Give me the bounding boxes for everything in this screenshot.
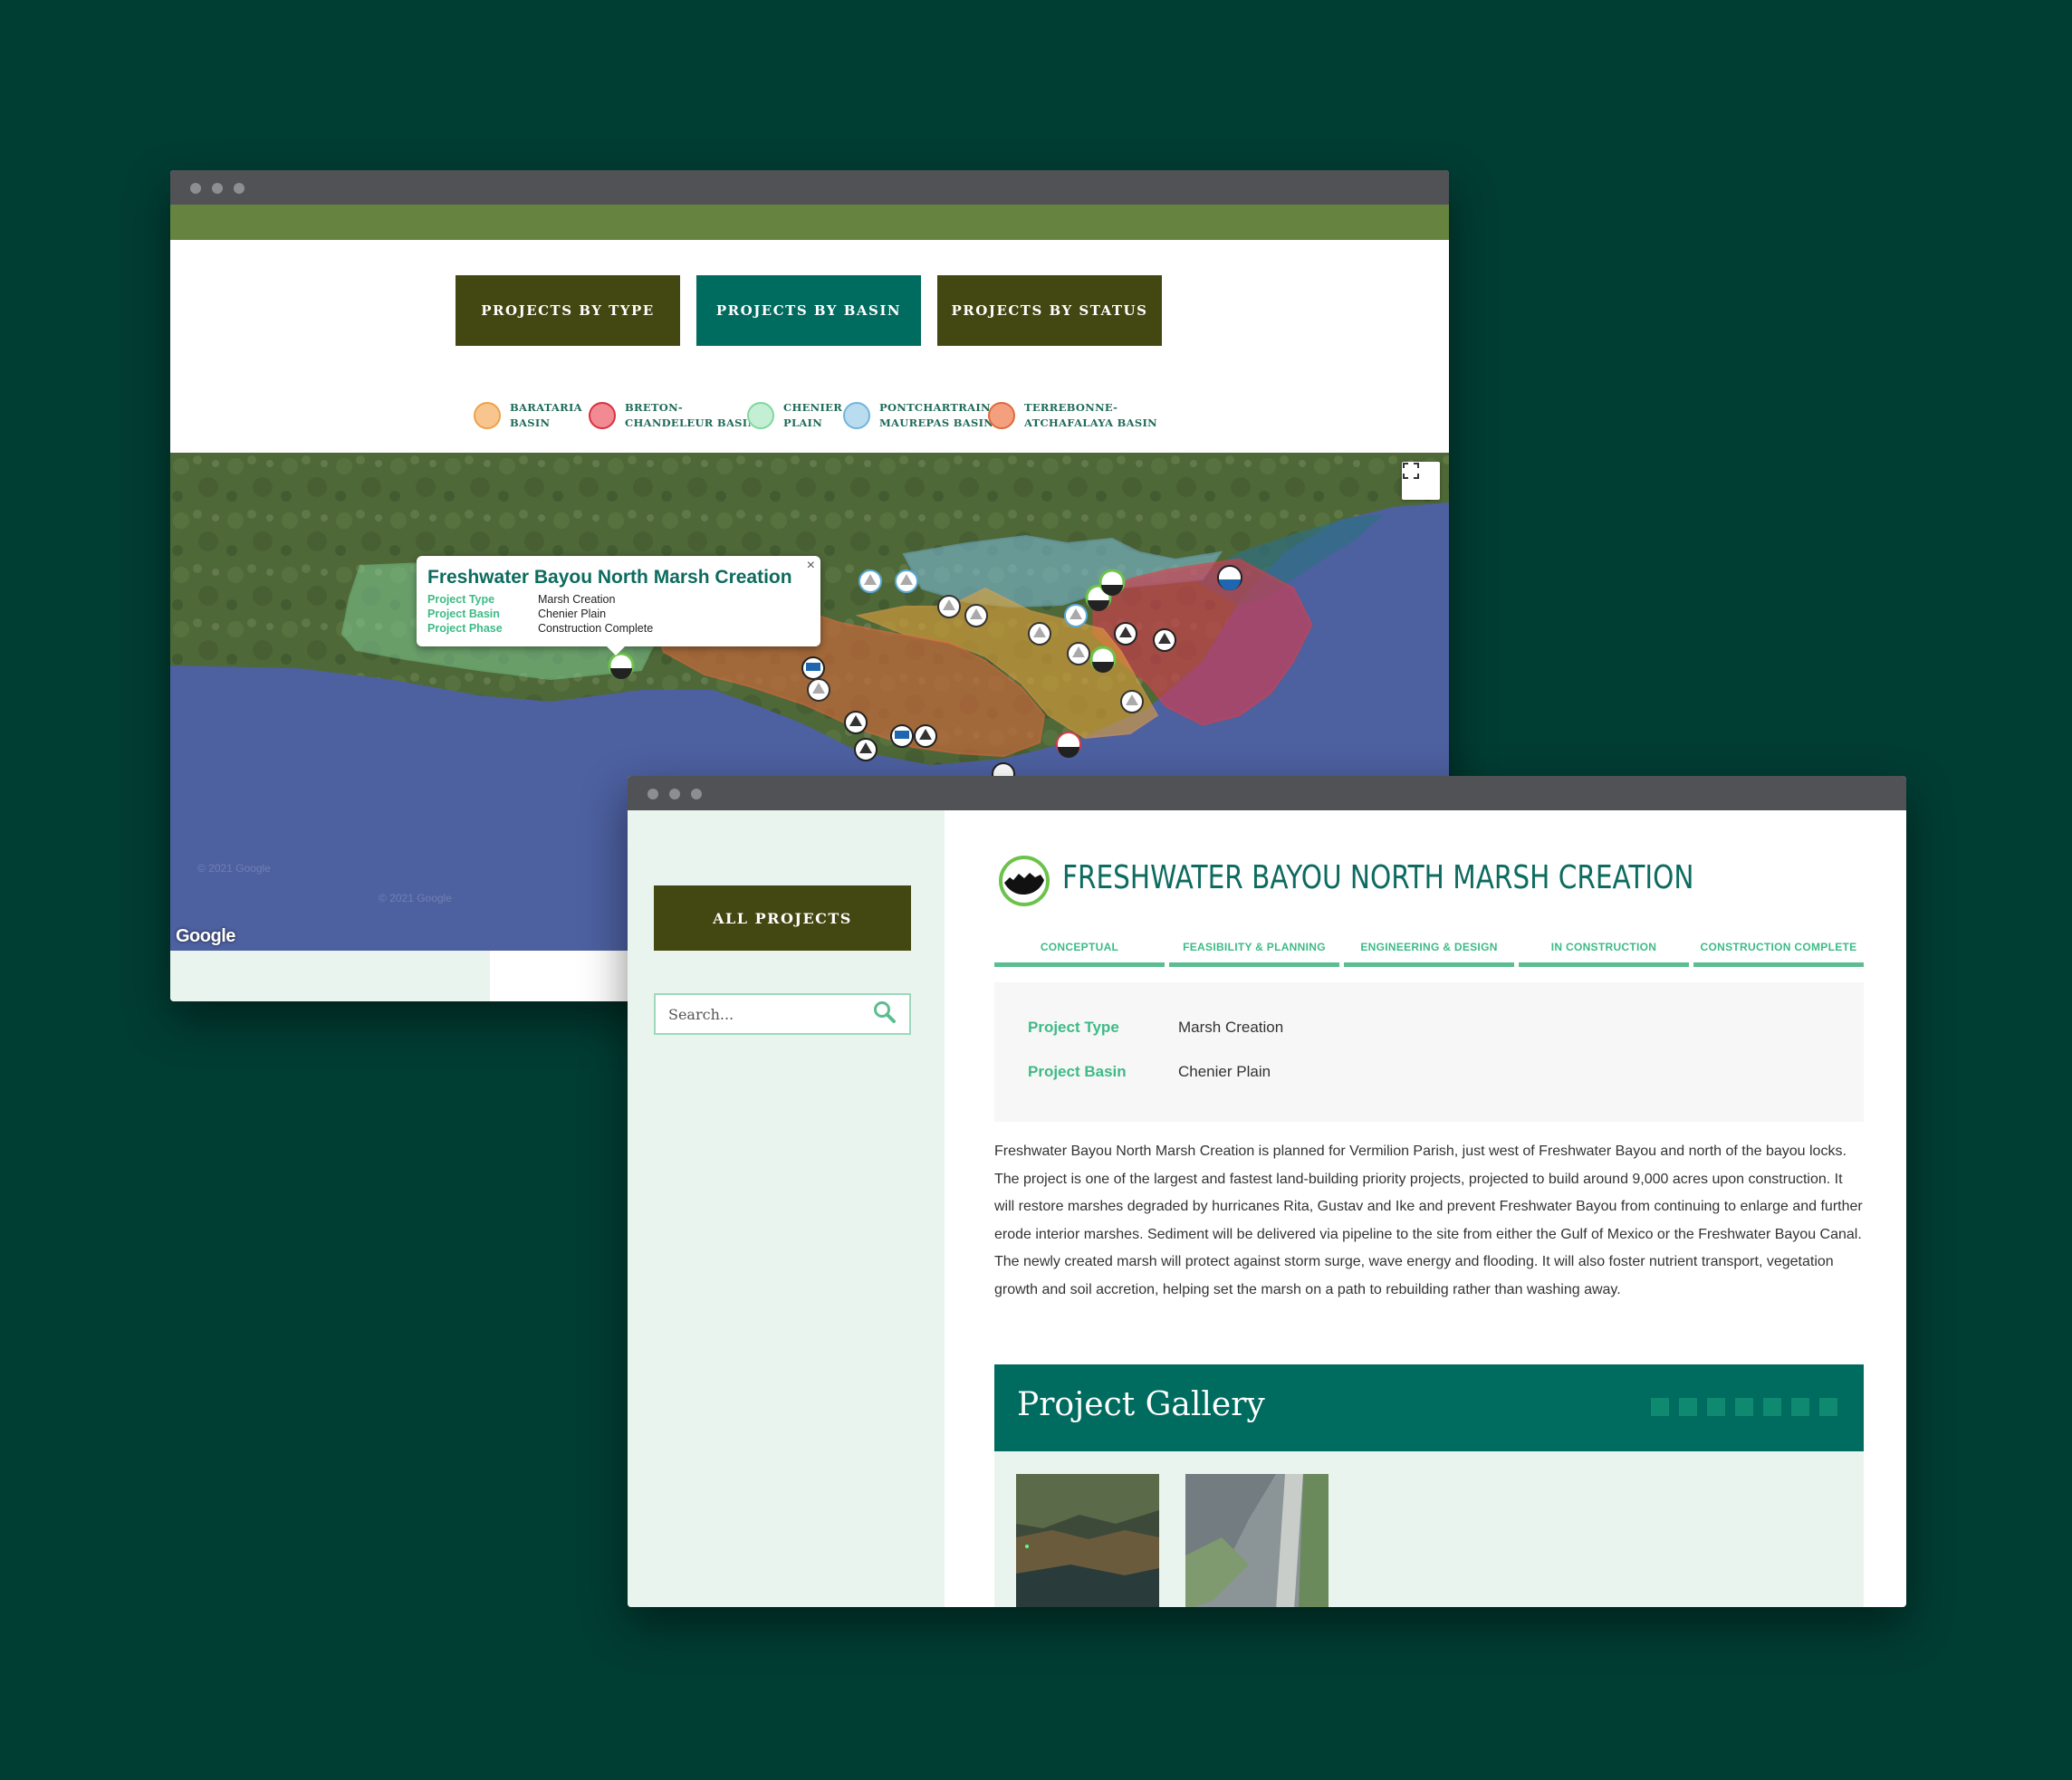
- gallery-decor-square: [1651, 1398, 1669, 1416]
- sidebar-strip: [170, 951, 490, 1001]
- popup-row: Project Basin Chenier Plain: [427, 607, 810, 621]
- projects-by-basin-button[interactable]: PROJECTS BY BASIN: [696, 275, 921, 346]
- legend-label: BRETON- CHANDELEUR BASIN: [625, 401, 758, 429]
- legend-swatch: [843, 402, 870, 429]
- phase-feasibility-planning: FEASIBILITY & PLANNING: [1169, 941, 1339, 967]
- gallery-decor-square: [1763, 1398, 1781, 1416]
- window-dot: [212, 183, 223, 194]
- projects-by-type-button[interactable]: PROJECTS BY TYPE: [456, 275, 680, 346]
- search-input[interactable]: Search...: [654, 993, 911, 1035]
- fullscreen-button[interactable]: [1402, 462, 1440, 500]
- popup-value: Chenier Plain: [538, 608, 607, 620]
- popup-key: Project Phase: [427, 622, 503, 635]
- site-header-bar: [170, 205, 1449, 240]
- google-logo[interactable]: Google: [176, 926, 235, 947]
- gallery-thumbnail[interactable]: [1185, 1474, 1329, 1607]
- popup-value: Marsh Creation: [538, 593, 616, 606]
- gallery-thumbnail[interactable]: [1016, 1474, 1159, 1607]
- legend-swatch: [589, 402, 616, 429]
- legend-chenier-plain[interactable]: CHENIER PLAIN: [747, 400, 842, 431]
- window-titlebar: [628, 776, 1906, 810]
- popup-title[interactable]: Freshwater Bayou North Marsh Creation: [427, 567, 810, 589]
- gallery-decor-square: [1791, 1398, 1809, 1416]
- close-icon[interactable]: ×: [807, 558, 815, 574]
- page-title: FRESHWATER BAYOU NORTH MARSH CREATION: [1062, 859, 1694, 896]
- info-key-type: Project Type: [1028, 1019, 1119, 1036]
- legend-label: PONTCHARTRAIN- MAUREPAS BASIN: [879, 401, 995, 429]
- project-info-box: Project Type Marsh Creation Project Basi…: [994, 982, 1864, 1122]
- gallery-decor-square: [1707, 1398, 1725, 1416]
- popup-key: Project Type: [427, 593, 495, 606]
- all-projects-button[interactable]: ALL PROJECTS: [654, 885, 911, 951]
- legend-label: BARATARIA BASIN: [510, 401, 582, 429]
- legend-label: TERREBONNE- ATCHAFALAYA BASIN: [1024, 401, 1157, 429]
- legend-terrebonne-atchafalaya[interactable]: TERREBONNE- ATCHAFALAYA BASIN: [988, 400, 1157, 431]
- project-description: Freshwater Bayou North Marsh Creation is…: [994, 1144, 1863, 1297]
- info-value-basin: Chenier Plain: [1178, 1063, 1271, 1080]
- window-dot: [691, 789, 702, 799]
- legend-swatch: [747, 402, 774, 429]
- marsh-creation-icon: [999, 856, 1050, 906]
- map-copyright: © 2021 Google: [379, 892, 452, 904]
- gallery-decor-square: [1679, 1398, 1697, 1416]
- phase-engineering-design: ENGINEERING & DESIGN: [1344, 941, 1514, 967]
- window-dot: [648, 789, 658, 799]
- phase-in-construction: IN CONSTRUCTION: [1519, 941, 1689, 967]
- search-placeholder: Search...: [668, 1005, 734, 1023]
- legend-barataria[interactable]: BARATARIA BASIN: [474, 400, 582, 431]
- popup-row: Project Type Marsh Creation: [427, 592, 810, 607]
- map-copyright: © 2021 Google: [197, 862, 271, 875]
- sidebar: ALL PROJECTS Search...: [628, 810, 945, 1607]
- legend-pontchartrain-maurepas[interactable]: PONTCHARTRAIN- MAUREPAS BASIN: [843, 400, 995, 431]
- legend-swatch: [474, 402, 501, 429]
- window-titlebar: [170, 170, 1449, 205]
- popup-key: Project Basin: [427, 608, 500, 620]
- projects-by-status-button[interactable]: PROJECTS BY STATUS: [937, 275, 1162, 346]
- gallery-body: [994, 1451, 1864, 1607]
- popup-row: Project Phase Construction Complete: [427, 621, 810, 636]
- window-dot: [234, 183, 245, 194]
- gallery-title: Project Gallery: [1017, 1386, 1265, 1423]
- info-value-type: Marsh Creation: [1178, 1019, 1284, 1036]
- phase-construction-complete: CONSTRUCTION COMPLETE: [1693, 941, 1864, 967]
- gallery-header: Project Gallery: [994, 1364, 1864, 1451]
- window-dot: [669, 789, 680, 799]
- legend-breton-chandeleur[interactable]: BRETON- CHANDELEUR BASIN: [589, 400, 757, 431]
- gallery-decor-square: [1819, 1398, 1837, 1416]
- phase-conceptual: CONCEPTUAL: [994, 941, 1165, 967]
- legend-swatch: [988, 402, 1015, 429]
- legend-label: CHENIER PLAIN: [783, 401, 843, 429]
- gallery-decor-square: [1735, 1398, 1753, 1416]
- popup-value: Construction Complete: [538, 622, 654, 635]
- project-popup: × Freshwater Bayou North Marsh Creation …: [417, 556, 820, 656]
- search-icon[interactable]: [873, 1000, 897, 1029]
- project-detail-window: ALL PROJECTS Search... FRESHWATER BAYOU …: [628, 776, 1906, 1607]
- window-dot: [190, 183, 201, 194]
- info-key-basin: Project Basin: [1028, 1063, 1127, 1080]
